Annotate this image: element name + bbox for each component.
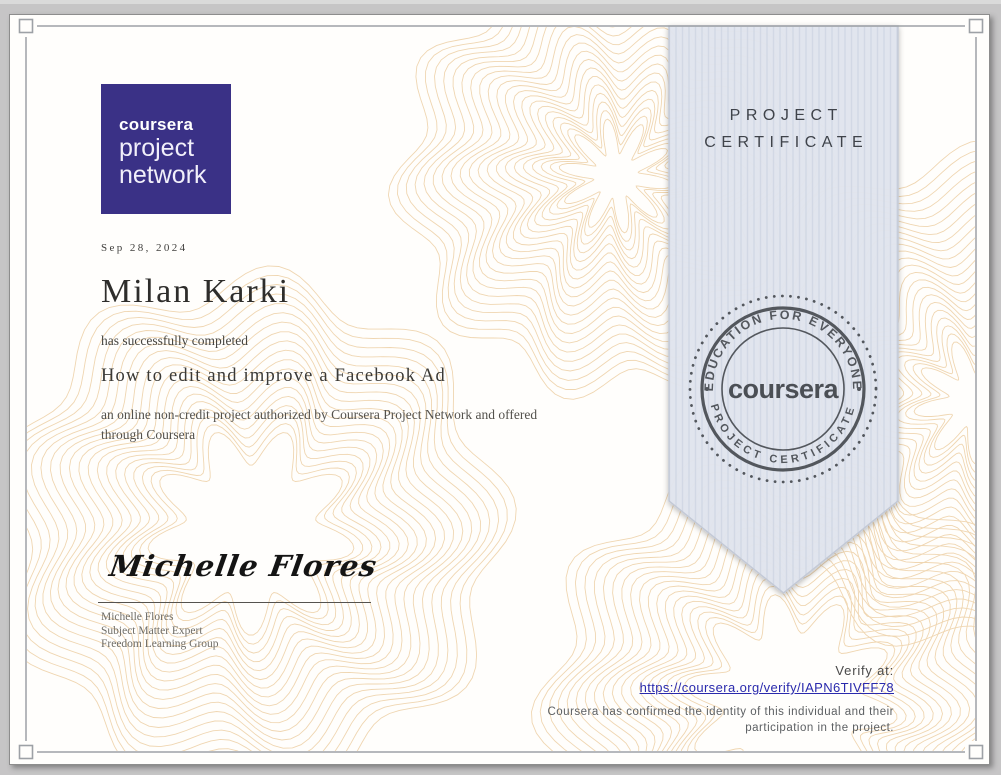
- completion-statement: has successfully completed: [101, 333, 248, 348]
- logo-brand-text: coursera: [119, 115, 194, 134]
- verification-block: Verify at: https://coursera.org/verify/I…: [544, 663, 894, 736]
- coursera-project-network-logo: coursera project network: [101, 84, 231, 214]
- recipient-name: Milan Karki: [101, 273, 291, 310]
- course-description: an online non-credit project authorized …: [101, 407, 538, 442]
- ribbon-label: PROJECT CERTIFICATE: [669, 102, 898, 156]
- frame-corner-top-left: [15, 15, 37, 37]
- certificate-page: EDUCATION FOR EVERYONE PROJECT CERTIFICA…: [9, 14, 990, 765]
- verify-confirmation-text: Coursera has confirmed the identity of t…: [547, 706, 894, 734]
- frame-corner-bottom-left: [15, 741, 37, 763]
- verify-url-link[interactable]: https://coursera.org/verify/IAPN6TIVFF78: [544, 679, 894, 697]
- logo-line-project: project: [119, 134, 195, 162]
- ribbon-label-line1: PROJECT: [729, 107, 843, 124]
- completion-date: Sep 28, 2024: [101, 242, 188, 254]
- signer-title: Subject Matter Expert: [101, 625, 203, 637]
- frame-corner-top-right: [965, 15, 987, 37]
- signer-organization: Freedom Learning Group: [101, 638, 219, 650]
- logo-line-network: network: [119, 161, 207, 189]
- course-title: How to edit and improve a Facebook Ad: [101, 366, 446, 386]
- seal-coursera-wordmark: coursera: [728, 374, 840, 404]
- signature-script: Michelle Flores: [107, 549, 380, 583]
- ribbon-label-line2: CERTIFICATE: [704, 134, 869, 151]
- frame-corner-bottom-right: [965, 741, 987, 763]
- verify-at-label: Verify at:: [835, 663, 894, 678]
- signer-name: Michelle Flores: [101, 611, 174, 623]
- signature-line: [98, 602, 371, 603]
